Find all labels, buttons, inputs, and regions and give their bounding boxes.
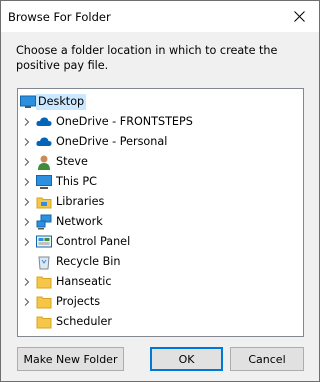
chevron-right-icon[interactable] — [23, 238, 31, 246]
tree-item-control-panel[interactable]: Control Panel — [18, 232, 303, 252]
chevron-right-icon[interactable] — [23, 218, 31, 226]
folder-icon — [36, 316, 52, 329]
tree-item-steve[interactable]: Steve — [18, 152, 303, 172]
onedrive-icon — [36, 117, 52, 126]
computer-icon — [36, 175, 52, 189]
folder-icon — [36, 296, 52, 309]
tree-item-projects[interactable]: Projects — [18, 292, 303, 312]
folder-tree[interactable]: Desktop OneDrive - FRONTSTEPS OneDrive -… — [17, 88, 304, 337]
close-button[interactable] — [279, 1, 319, 32]
tree-item-scheduler[interactable]: Scheduler — [18, 312, 303, 332]
tree-item-libraries[interactable]: Libraries — [18, 192, 303, 212]
tree-item-label: Hanseatic — [56, 275, 112, 288]
desktop-icon — [20, 95, 36, 108]
network-icon — [36, 214, 52, 230]
cancel-button[interactable]: Cancel — [230, 347, 304, 371]
tree-item-this-pc[interactable]: This PC — [18, 172, 303, 192]
tree-item-label: OneDrive - FRONTSTEPS — [56, 115, 193, 128]
make-new-folder-button[interactable]: Make New Folder — [17, 347, 124, 371]
tree-item-network[interactable]: Network — [18, 212, 303, 232]
control-panel-icon — [36, 235, 52, 248]
onedrive-icon — [36, 137, 52, 146]
recycle-bin-icon — [38, 256, 50, 270]
chevron-right-icon[interactable] — [23, 278, 31, 286]
window-title: Browse For Folder — [8, 10, 111, 24]
folder-icon — [36, 276, 52, 289]
user-icon — [38, 155, 50, 170]
title-bar[interactable]: Browse For Folder — [1, 1, 319, 32]
chevron-right-icon[interactable] — [23, 158, 31, 166]
chevron-right-icon[interactable] — [23, 298, 31, 306]
tree-item-label: Control Panel — [56, 235, 131, 248]
chevron-right-icon[interactable] — [23, 138, 31, 146]
tree-item-label: Libraries — [56, 195, 105, 208]
chevron-right-icon[interactable] — [23, 198, 31, 206]
chevron-right-icon[interactable] — [23, 178, 31, 186]
instruction-text: Choose a folder location in which to cre… — [16, 44, 278, 72]
tree-item-onedrive-personal[interactable]: OneDrive - Personal — [18, 132, 303, 152]
tree-item-recycle-bin[interactable]: Recycle Bin — [18, 252, 303, 272]
tree-item-desktop[interactable]: Desktop — [18, 92, 303, 112]
tree-item-label: This PC — [56, 175, 97, 188]
tree-item-label: Scheduler — [56, 315, 113, 328]
tree-item-label: Recycle Bin — [56, 255, 121, 268]
ok-button[interactable]: OK — [150, 347, 223, 371]
tree-item-hanseatic[interactable]: Hanseatic — [18, 272, 303, 292]
tree-item-label: Projects — [56, 295, 101, 308]
chevron-right-icon[interactable] — [23, 118, 31, 126]
close-icon — [293, 11, 305, 22]
tree-item-label: Network — [56, 215, 103, 228]
tree-item-label: Desktop — [36, 94, 87, 110]
tree-item-label: Steve — [56, 155, 88, 168]
libraries-icon — [36, 197, 52, 209]
tree-item-label: OneDrive - Personal — [56, 135, 168, 148]
browse-folder-dialog: Browse For Folder Choose a folder locati… — [0, 0, 320, 382]
tree-item-onedrive-frontsteps[interactable]: OneDrive - FRONTSTEPS — [18, 112, 303, 132]
